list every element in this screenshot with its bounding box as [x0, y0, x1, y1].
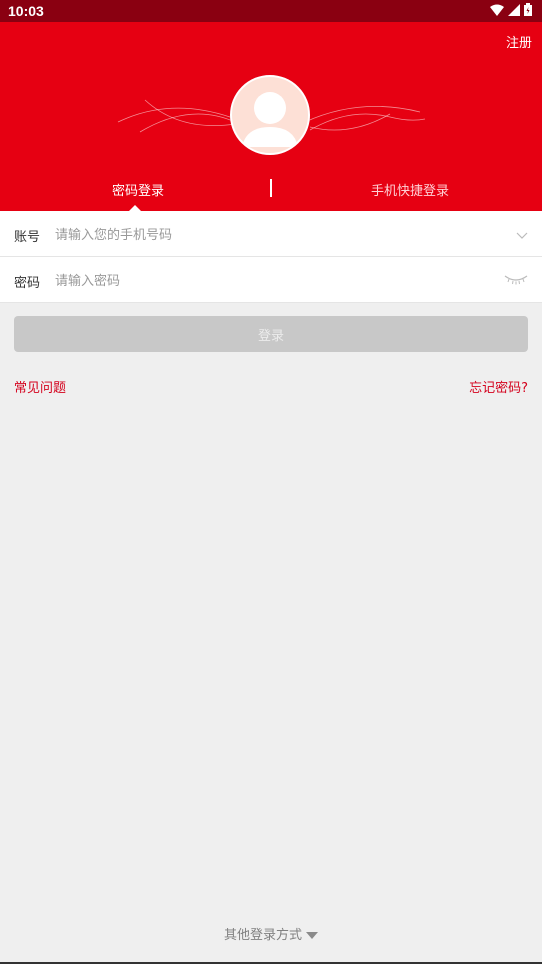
status-bar: 10:03: [0, 0, 542, 22]
user-avatar: [230, 75, 310, 155]
account-label: 账号: [14, 230, 41, 245]
status-time: 10:03: [8, 3, 44, 19]
signal-icon: [508, 3, 520, 16]
account-row: 账号: [0, 211, 542, 257]
password-row: 密码: [0, 257, 542, 303]
faq-link[interactable]: 常见问题: [14, 377, 66, 396]
forgot-password-link[interactable]: 忘记密码?: [469, 377, 528, 396]
register-link[interactable]: 注册: [506, 32, 532, 51]
tab-phone-login[interactable]: 手机快捷登录: [371, 180, 449, 199]
battery-icon: [524, 3, 532, 16]
tab-divider: [270, 179, 272, 197]
user-silhouette-icon: [242, 92, 298, 147]
password-label: 密码: [14, 276, 41, 291]
triangle-down-icon: [306, 932, 318, 939]
chevron-down-icon[interactable]: [516, 225, 528, 244]
status-icons: [490, 3, 532, 16]
login-header: 注册 密码登录 手机快捷登录: [0, 22, 542, 211]
wifi-icon: [490, 4, 504, 16]
tab-password-login[interactable]: 密码登录: [112, 180, 164, 199]
password-input[interactable]: [53, 265, 487, 297]
other-login-methods[interactable]: 其他登录方式: [0, 924, 542, 943]
other-login-label: 其他登录方式: [223, 928, 302, 943]
login-form: 账号 密码: [0, 211, 542, 303]
eye-closed-icon[interactable]: [504, 271, 528, 290]
login-button[interactable]: 登录: [14, 316, 528, 352]
account-input[interactable]: [53, 219, 487, 251]
